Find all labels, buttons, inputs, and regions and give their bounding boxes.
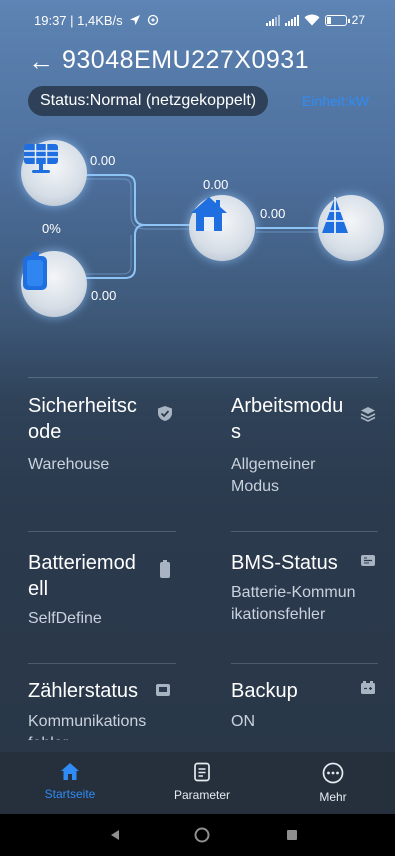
system-home-icon[interactable] bbox=[194, 827, 210, 843]
system-navigation-bar bbox=[0, 814, 395, 856]
more-dots-icon bbox=[322, 762, 344, 784]
card-title: Backup bbox=[231, 680, 298, 702]
nav-parameter[interactable]: Parameter bbox=[147, 752, 257, 814]
nav-parameter-label: Parameter bbox=[173, 788, 231, 802]
card-meter-status: Zählerstatus Kommunikations fehler bbox=[0, 0, 395, 740]
nav-more[interactable]: Mehr bbox=[278, 752, 388, 814]
card-value-line: Kommunikations bbox=[28, 713, 147, 730]
nav-home[interactable]: Startseite bbox=[15, 752, 125, 814]
card-title: Zählerstatus bbox=[28, 680, 139, 702]
meter-icon bbox=[156, 684, 170, 696]
backup-battery-icon bbox=[361, 681, 375, 694]
home-icon bbox=[61, 763, 79, 780]
system-recents-icon[interactable] bbox=[286, 829, 298, 841]
card-value: Kommunikations fehler bbox=[28, 711, 146, 740]
nav-home-label: Startseite bbox=[44, 787, 96, 801]
card-value: ON bbox=[231, 713, 255, 730]
app-screen: 19:37 | 1,4KB/s 27 ← 93048EMU227X0931 St… bbox=[0, 0, 395, 856]
bottom-navigation: Startseite Parameter Mehr bbox=[0, 752, 395, 814]
nav-more-label: Mehr bbox=[319, 790, 347, 804]
document-icon bbox=[194, 762, 210, 782]
system-back-icon[interactable] bbox=[109, 829, 121, 841]
card-value-line: fehler bbox=[28, 733, 146, 740]
